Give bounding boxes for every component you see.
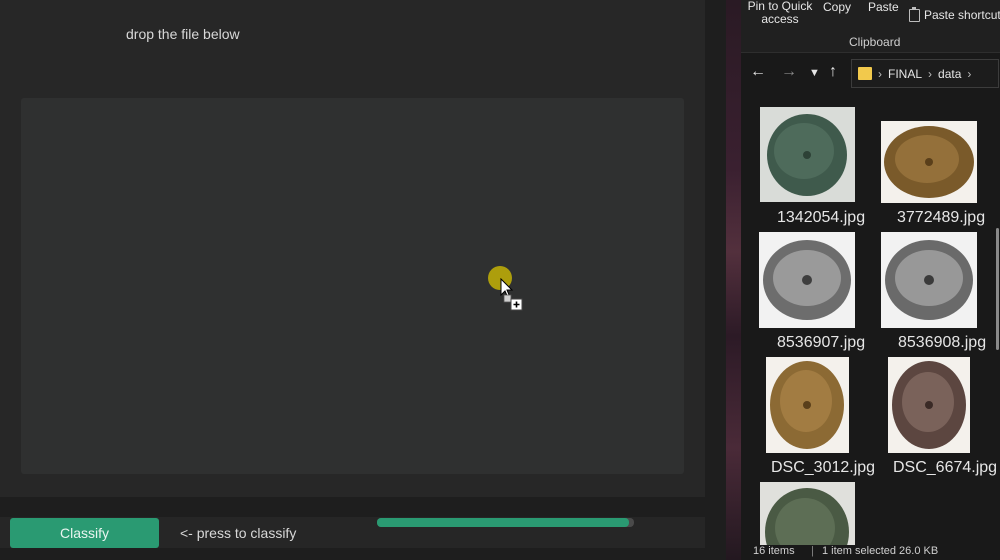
folder-icon <box>858 67 872 80</box>
address-bar[interactable]: › FINAL › data › <box>851 59 999 88</box>
drag-copy-cursor-icon <box>500 278 523 311</box>
coin-bronze-icon <box>766 357 849 453</box>
file-name: 8536908.jpg <box>898 334 987 351</box>
pin-quick-access-button[interactable]: Pin to Quick access <box>746 0 814 26</box>
progress-bar <box>377 518 634 527</box>
coin-bronze-icon <box>881 121 977 203</box>
up-arrow-icon[interactable]: ↑ <box>829 63 837 81</box>
status-divider: | <box>811 545 814 557</box>
breadcrumb-final[interactable]: FINAL <box>888 67 922 81</box>
classify-hint: <- press to classify <box>180 525 297 541</box>
file-name: DSC_3012.jpg <box>771 459 876 476</box>
item-count: 16 items <box>753 545 795 557</box>
coin-silver-icon <box>881 232 977 328</box>
forward-arrow-icon[interactable]: → <box>781 63 797 81</box>
classify-button[interactable]: Classify <box>10 518 159 548</box>
upload-panel: drop the file below <box>0 0 705 497</box>
clipboard-group-label: Clipboard <box>849 35 901 49</box>
paste-shortcut-button[interactable]: Paste shortcut <box>909 6 1000 22</box>
breadcrumb-separator: › <box>928 66 933 81</box>
coin-silver-icon <box>759 232 855 328</box>
paste-button[interactable]: Paste <box>868 0 899 14</box>
breadcrumb-separator: › <box>878 66 882 81</box>
paste-shortcut-label: Paste shortcut <box>924 8 1000 22</box>
file-name: 1342054.jpg <box>777 209 866 226</box>
ribbon: Pin to Quick access Copy Paste Paste sho… <box>741 0 1000 53</box>
classifier-app: drop the file below Classify <- press to… <box>0 0 726 560</box>
coin-green-icon <box>760 482 855 545</box>
desktop-background <box>726 0 741 560</box>
selection-info: 1 item selected 26.0 KB <box>822 545 939 557</box>
coin-green-icon <box>760 107 855 202</box>
back-arrow-icon[interactable]: ← <box>750 63 766 81</box>
breadcrumb-separator: › <box>967 66 972 81</box>
file-name: DSC_6674.jpg <box>893 459 998 476</box>
recent-chevron-down-icon[interactable]: ▼ <box>809 67 820 79</box>
file-explorer: Pin to Quick access Copy Paste Paste sho… <box>741 0 1000 560</box>
file-name: 3772489.jpg <box>897 209 986 226</box>
scrollbar[interactable] <box>996 228 999 350</box>
drop-label: drop the file below <box>126 26 240 42</box>
coin-brown-icon <box>888 357 970 453</box>
file-name: 8536907.jpg <box>777 334 866 351</box>
clipboard-icon <box>909 6 920 22</box>
progress-fill <box>377 518 629 527</box>
file-dropzone[interactable] <box>21 98 684 474</box>
copy-button[interactable]: Copy <box>823 0 851 14</box>
breadcrumb-data[interactable]: data <box>938 67 961 81</box>
status-bar: 16 items | 1 item selected 26.0 KB <box>741 545 1000 560</box>
